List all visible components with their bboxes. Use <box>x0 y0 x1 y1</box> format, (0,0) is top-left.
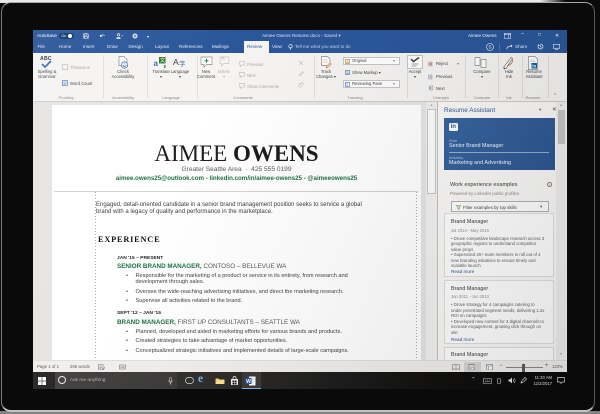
svg-text:文: 文 <box>160 57 165 64</box>
svg-text:a: a <box>154 59 159 68</box>
svg-text:A: A <box>173 57 179 67</box>
svg-text:字: 字 <box>179 59 186 68</box>
svg-text:W: W <box>246 378 251 384</box>
svg-text:S: S <box>488 44 491 49</box>
svg-text:in: in <box>532 63 536 68</box>
